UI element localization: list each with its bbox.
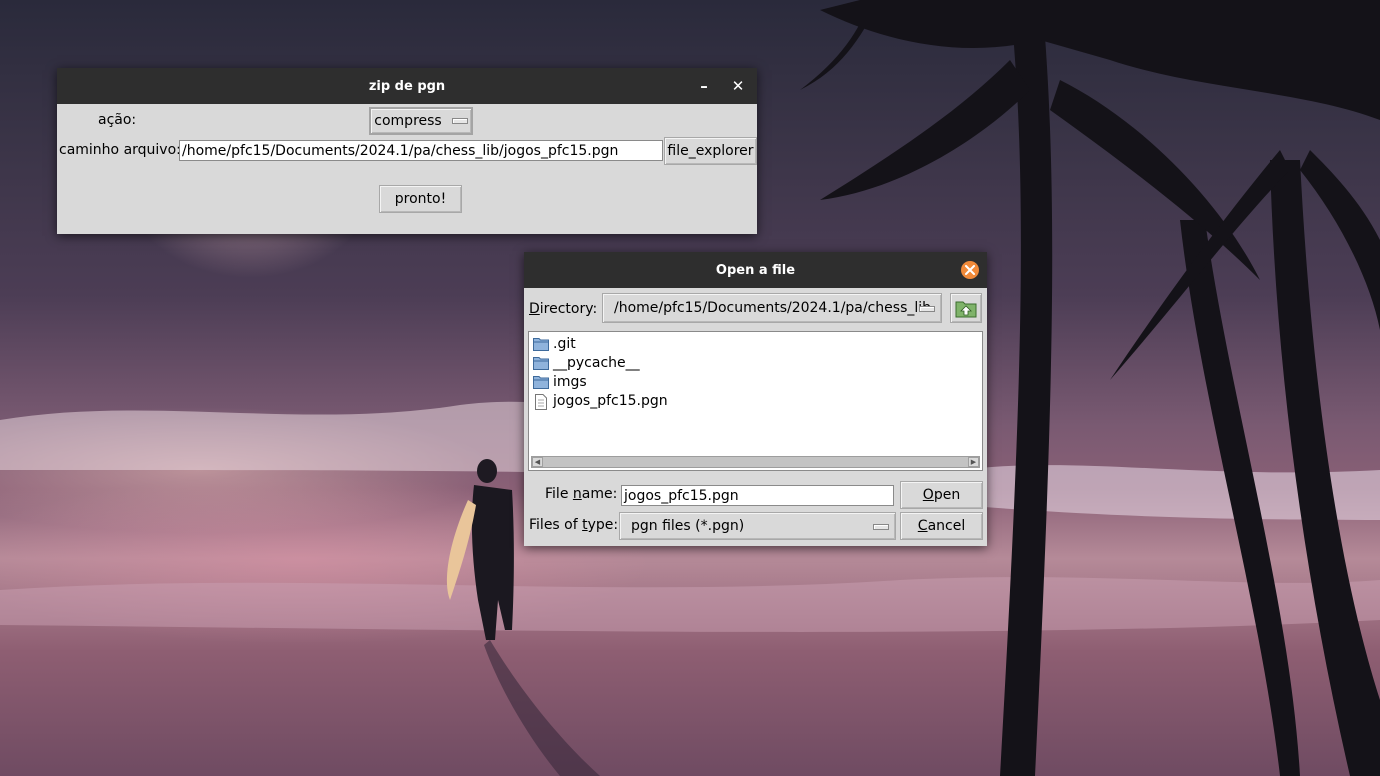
cancel-button-label: Cancel [917, 518, 966, 534]
minimize-button[interactable]: – [689, 68, 719, 104]
file-explorer-button[interactable]: file_explorer [664, 137, 757, 165]
action-label: ação: [98, 112, 137, 128]
close-icon [965, 265, 975, 275]
file-explorer-button-label: file_explorer [667, 143, 754, 159]
done-button-label: pronto! [394, 191, 447, 207]
close-icon: ✕ [731, 77, 745, 95]
done-button[interactable]: pronto! [379, 185, 462, 213]
dialog-close-button[interactable] [961, 261, 979, 279]
filename-label-row: File name: [545, 486, 618, 502]
main-window-titlebar[interactable]: zip de pgn – ✕ [57, 68, 757, 104]
dialog-bottom-panel: File name: jogos_pfc15.pgn Open Files of… [524, 480, 987, 546]
main-window-body: ação: compress caminho arquivo: /home/pf… [57, 104, 757, 234]
path-input[interactable]: /home/pfc15/Documents/2024.1/pa/chess_li… [179, 140, 663, 161]
action-option-menu[interactable]: compress [369, 107, 473, 135]
filename-field[interactable]: jogos_pfc15.pgn [621, 485, 894, 506]
open-button-text: Open [922, 487, 961, 503]
main-window-title: zip de pgn [368, 78, 446, 94]
filetype-label: Files of type: [529, 517, 619, 533]
filetype-option-menu[interactable]: pgn files (*.pgn) [619, 512, 896, 540]
option-menu-indicator-icon [451, 118, 468, 124]
filetype-value: pgn files (*.pgn) [631, 518, 745, 534]
option-menu-indicator-icon [873, 524, 889, 530]
close-button[interactable]: ✕ [723, 68, 753, 104]
dialog-title: Open a file [715, 262, 796, 278]
open-button[interactable]: Open [900, 481, 983, 509]
dialog-titlebar[interactable]: Open a file [524, 252, 987, 288]
cancel-button[interactable]: Cancel [900, 512, 983, 540]
minimize-icon: – [700, 77, 708, 95]
action-option-value: compress [374, 113, 442, 129]
main-window: zip de pgn – ✕ ação: compress caminho ar… [57, 68, 757, 234]
path-label: caminho arquivo: [59, 142, 181, 158]
dialog-lower-rows: File name: jogos_pfc15.pgn Open Files of… [524, 288, 987, 546]
filename-mnemonic: n [572, 486, 582, 502]
